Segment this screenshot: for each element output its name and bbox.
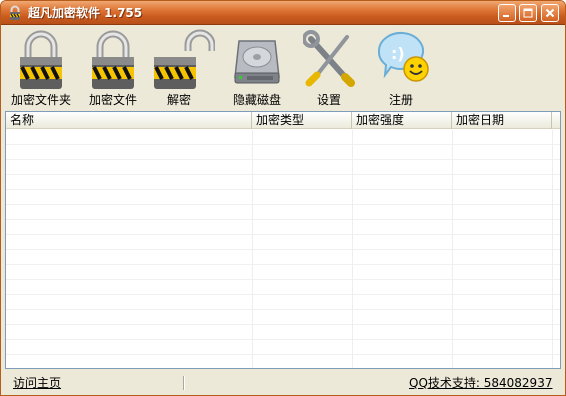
row-gridline [6,324,560,325]
decrypt-button[interactable]: 解密 [149,25,215,111]
qq-support-link[interactable]: QQ技术支持: 584082937 [409,375,552,391]
status-divider [183,376,185,390]
tools-icon [303,30,355,87]
encrypt-file-label: 加密文件 [88,93,137,107]
settings-button[interactable]: 设置 [299,25,359,111]
list-header: 名称 加密类型 加密强度 加密日期 [6,112,560,129]
column-header-strength[interactable]: 加密强度 [352,112,452,129]
decrypt-label: 解密 [166,93,191,107]
svg-text::): :) [391,44,405,63]
register-button[interactable]: :) 注册 [371,25,431,111]
row-gridline [6,144,560,145]
hide-disk-label: 隐藏磁盘 [232,93,281,107]
minimize-icon [503,15,509,17]
hard-disk-icon [234,40,280,84]
row-gridline [6,219,560,220]
row-gridline [6,309,560,310]
encrypt-folder-label: 加密文件夹 [10,93,71,107]
lock-closed-icon [92,30,134,89]
lock-closed-icon [20,30,62,89]
visit-homepage-link[interactable]: 访问主页 [13,375,61,391]
minimize-button[interactable] [498,4,516,22]
lock-open-icon [154,29,215,89]
row-gridline [6,159,560,160]
row-gridline [6,354,560,355]
encrypt-folder-button[interactable]: 加密文件夹 [5,25,77,111]
column-header-type[interactable]: 加密类型 [252,112,352,129]
encrypt-file-button[interactable]: 加密文件 [81,25,145,111]
row-gridline [6,174,560,175]
close-button[interactable] [541,4,559,22]
window-title: 超凡加密软件 1.755 [28,6,143,20]
register-smiley-icon: :) [378,31,429,82]
app-lock-icon [10,5,20,20]
register-label: 注册 [388,93,413,107]
maximize-icon [523,8,533,18]
column-header-date[interactable]: 加密日期 [452,112,552,129]
title-bar[interactable]: 超凡加密软件 1.755 [1,1,565,25]
column-header-name[interactable]: 名称 [6,112,252,129]
row-gridline [6,264,560,265]
settings-label: 设置 [316,93,341,107]
row-gridline [6,339,560,340]
app-window: 超凡加密软件 1.755 加密文件夹 加密文件 解密 隐藏磁盘 设置:) 注册… [0,0,566,396]
row-gridline [6,279,560,280]
hide-disk-button[interactable]: 隐藏磁盘 [225,25,289,111]
toolbar: 加密文件夹 加密文件 解密 隐藏磁盘 设置:) 注册 [1,25,565,111]
status-bar: 访问主页 QQ技术支持: 584082937 [1,371,565,395]
row-gridline [6,294,560,295]
row-gridline [6,234,560,235]
close-icon [545,8,555,18]
encrypted-items-list[interactable]: 名称 加密类型 加密强度 加密日期 [5,111,561,369]
row-gridline [6,189,560,190]
row-gridline [6,249,560,250]
row-gridline [6,204,560,205]
maximize-button[interactable] [519,4,537,22]
